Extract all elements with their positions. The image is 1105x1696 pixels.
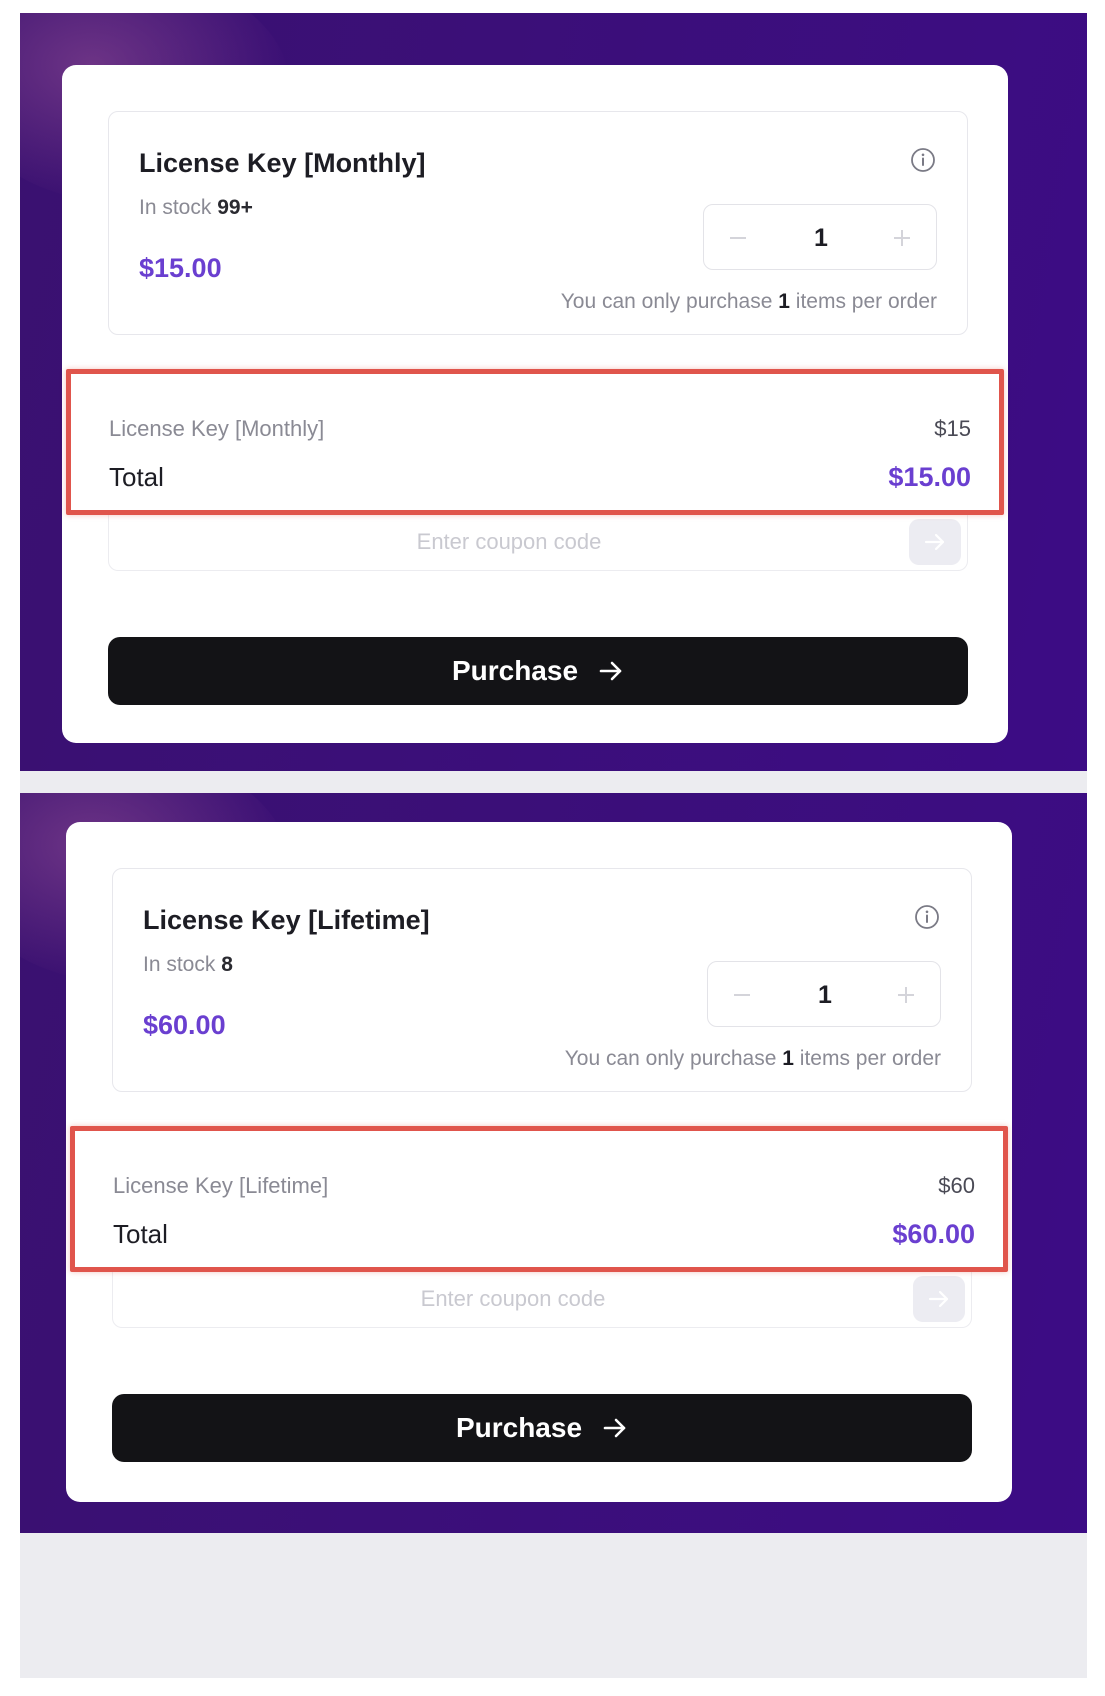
increase-quantity-button[interactable] (876, 962, 936, 1028)
product-price: $15.00 (139, 253, 222, 283)
plus-icon (898, 987, 914, 1003)
coupon-input[interactable] (133, 1270, 893, 1328)
limit-value: 1 (778, 290, 790, 313)
increase-quantity-button[interactable] (872, 205, 932, 271)
info-circle-icon[interactable] (909, 146, 937, 174)
stock-label: In stock (139, 196, 212, 219)
stock-count: 99+ (217, 196, 253, 219)
decrease-quantity-button[interactable] (712, 962, 772, 1028)
checkout-panel-monthly: License Key [Monthly] In stock 99+ $15.0… (20, 13, 1087, 771)
summary-total-value: $60.00 (892, 1219, 975, 1249)
screenshot-page: License Key [Monthly] In stock 99+ $15.0… (0, 0, 1105, 1696)
quantity-stepper: 1 (703, 204, 937, 270)
purchase-button[interactable]: Purchase (108, 637, 968, 705)
product-name: License Key [Monthly] (139, 148, 426, 178)
limit-prefix: You can only purchase (560, 290, 773, 313)
product-name: License Key [Lifetime] (143, 905, 430, 935)
purchase-label: Purchase (455, 1412, 583, 1443)
arrow-right-icon (599, 661, 622, 681)
quantity-stepper: 1 (707, 961, 941, 1027)
summary-item-name: License Key [Lifetime] (113, 1173, 329, 1198)
purchase-limit-note: You can only purchase 1 items per order (565, 1047, 941, 1071)
checkout-card: License Key [Monthly] In stock 99+ $15.0… (62, 65, 1008, 743)
product-box: License Key [Monthly] In stock 99+ $15.0… (108, 111, 968, 335)
summary-total-value: $15.00 (888, 462, 971, 492)
summary-item-price: $60 (938, 1173, 975, 1198)
stock-info: In stock 99+ (139, 196, 253, 220)
coupon-field (112, 1270, 972, 1328)
minus-icon (734, 994, 750, 996)
page-footer-area (20, 1533, 1087, 1678)
coupon-field (108, 513, 968, 571)
stock-label: In stock (143, 953, 216, 976)
checkout-card: License Key [Lifetime] In stock 8 $60.00 (66, 822, 1012, 1502)
arrow-right-icon (924, 533, 945, 551)
summary-total-label: Total (113, 1219, 168, 1249)
info-circle-icon[interactable] (913, 903, 941, 931)
product-box: License Key [Lifetime] In stock 8 $60.00 (112, 868, 972, 1092)
minus-icon (730, 237, 746, 239)
stock-count: 8 (221, 953, 233, 976)
quantity-value[interactable]: 1 (778, 962, 872, 1028)
coupon-input[interactable] (129, 513, 889, 571)
quantity-value[interactable]: 1 (774, 205, 868, 271)
purchase-limit-note: You can only purchase 1 items per order (561, 290, 937, 314)
summary-item-name: License Key [Monthly] (109, 416, 325, 441)
limit-suffix: items per order (795, 290, 937, 313)
plus-icon (894, 230, 910, 246)
arrow-right-icon (928, 1290, 949, 1308)
summary-total-label: Total (109, 462, 164, 492)
limit-prefix: You can only purchase (564, 1047, 777, 1070)
order-summary-highlight: License Key [Lifetime] $60 Total $60.00 (70, 1126, 1008, 1272)
apply-coupon-button[interactable] (909, 519, 961, 565)
limit-value: 1 (782, 1047, 794, 1070)
purchase-label: Purchase (451, 655, 579, 686)
limit-suffix: items per order (799, 1047, 941, 1070)
apply-coupon-button[interactable] (913, 1276, 965, 1322)
divider-strip (20, 771, 1087, 793)
arrow-right-icon (603, 1418, 626, 1438)
decrease-quantity-button[interactable] (708, 205, 768, 271)
summary-item-price: $15 (934, 416, 971, 441)
purchase-button[interactable]: Purchase (112, 1394, 972, 1462)
checkout-panel-lifetime: License Key [Lifetime] In stock 8 $60.00 (20, 793, 1087, 1533)
product-price: $60.00 (143, 1010, 226, 1040)
order-summary-highlight: License Key [Monthly] $15 Total $15.00 (66, 369, 1004, 515)
stock-info: In stock 8 (143, 953, 233, 977)
